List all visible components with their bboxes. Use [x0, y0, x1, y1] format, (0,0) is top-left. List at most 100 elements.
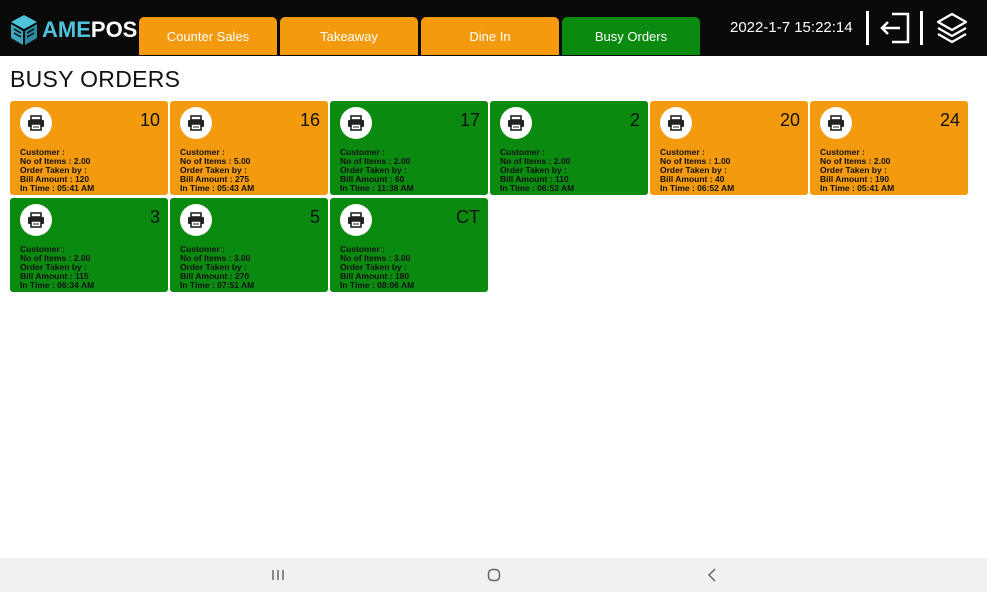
order-time: In Time : 07:51 AM: [180, 281, 254, 290]
home-icon: [487, 568, 501, 582]
field-label: In Time :: [500, 183, 535, 193]
order-time: In Time : 05:41 AM: [820, 184, 894, 193]
print-button[interactable]: [20, 107, 52, 139]
order-time: In Time : 05:43 AM: [180, 184, 254, 193]
tab-label: Takeaway: [320, 28, 378, 44]
order-details: Customer : No of Items : 3.00 Order Taken …: [180, 245, 254, 290]
print-button[interactable]: [340, 107, 372, 139]
table-number: 16: [299, 110, 320, 130]
table-number: CT: [456, 207, 480, 227]
print-button[interactable]: [660, 107, 692, 139]
order-card[interactable]: 3 Customer : No of Items : 2.00 Order Taken…: [10, 198, 168, 292]
printer-icon: [188, 115, 204, 131]
tab-label: Dine In: [469, 28, 511, 44]
table-number: 10: [139, 110, 160, 130]
order-card[interactable]: 24 Customer : No of Items : 2.00 Order Take…: [810, 101, 968, 195]
logo-ame: AME: [42, 17, 91, 42]
print-button[interactable]: [20, 204, 52, 236]
order-time: In Time : 08:06 AM: [340, 281, 414, 290]
page-title: BUSY ORDERS: [10, 66, 181, 92]
order-card[interactable]: 16 Customer : No of Items : 5.00 Order Take…: [170, 101, 328, 195]
order-time: In Time : 06:52 AM: [660, 184, 734, 193]
logo-icon: [11, 15, 37, 45]
order-time: In Time : 05:41 AM: [20, 184, 94, 193]
tab-label: Counter Sales: [166, 28, 250, 44]
order-card[interactable]: CT Customer : No of Items : 3.00 Order Take…: [330, 198, 488, 292]
field-label: In Time :: [820, 183, 855, 193]
logo-text: AMEPOS: [42, 17, 137, 43]
top-bar: AMEPOS Counter Sales Takeaway Dine In Bu…: [0, 0, 987, 56]
printer-icon: [668, 115, 684, 131]
order-card[interactable]: 5 Customer : No of Items : 3.00 Order Taken…: [170, 198, 328, 292]
order-details: Customer : No of Items : 1.00 Order Taken …: [660, 148, 734, 193]
print-button[interactable]: [180, 204, 212, 236]
order-details: Customer : No of Items : 2.00 Order Taken …: [20, 148, 94, 193]
field-label: In Time :: [180, 183, 215, 193]
order-time: In Time : 11:38 AM: [340, 184, 414, 193]
datetime: 2022-1-7 15:22:14: [730, 19, 853, 36]
logout-icon: [880, 12, 910, 44]
order-details: Customer : No of Items : 2.00 Order Taken …: [820, 148, 894, 193]
field-label: In Time :: [20, 183, 55, 193]
logout-button[interactable]: [878, 10, 914, 46]
printer-icon: [28, 212, 44, 228]
tab-label: Busy Orders: [594, 28, 668, 44]
field-value: 08:06 AM: [377, 280, 415, 290]
tab-takeaway[interactable]: Takeaway: [280, 17, 418, 55]
logo-pos: POS: [90, 17, 138, 42]
app-logo: AMEPOS: [10, 12, 137, 48]
divider: [866, 11, 869, 45]
field-value: 07:51 AM: [217, 280, 255, 290]
print-button[interactable]: [340, 204, 372, 236]
field-value: 06:53 AM: [537, 183, 575, 193]
table-number: 5: [309, 207, 320, 227]
printer-icon: [348, 212, 364, 228]
field-label: In Time :: [20, 280, 55, 290]
printer-icon: [348, 115, 364, 131]
printer-icon: [188, 212, 204, 228]
home-button[interactable]: [482, 564, 506, 586]
tab-counter-sales[interactable]: Counter Sales: [139, 17, 277, 55]
field-value: 05:41 AM: [57, 183, 95, 193]
orders-grid: 10 Customer : No of Items : 2.00 Order Take…: [10, 101, 970, 292]
table-number: 17: [459, 110, 480, 130]
tab-busy-orders[interactable]: Busy Orders: [562, 17, 700, 55]
order-card[interactable]: 17 Customer : No of Items : 2.00 Order Take…: [330, 101, 488, 195]
back-icon: [707, 568, 716, 582]
layers-button[interactable]: [934, 10, 970, 46]
divider: [920, 11, 923, 45]
order-card[interactable]: 10 Customer : No of Items : 2.00 Order Take…: [10, 101, 168, 195]
order-details: Customer : No of Items : 2.00 Order Taken …: [20, 245, 94, 290]
field-value: 11:38 AM: [377, 183, 414, 193]
field-label: In Time :: [340, 280, 375, 290]
system-nav-bar: [0, 558, 987, 592]
print-button[interactable]: [820, 107, 852, 139]
order-details: Customer : No of Items : 3.00 Order Taken …: [340, 245, 414, 290]
table-number: 3: [149, 207, 160, 227]
layers-icon: [936, 12, 968, 44]
order-details: Customer : No of Items : 2.00 Order Taken …: [340, 148, 414, 193]
field-value: 06:52 AM: [697, 183, 735, 193]
field-label: In Time :: [660, 183, 695, 193]
tab-dine-in[interactable]: Dine In: [421, 17, 559, 55]
printer-icon: [28, 115, 44, 131]
back-button[interactable]: [700, 564, 724, 586]
field-value: 05:41 AM: [857, 183, 895, 193]
print-button[interactable]: [500, 107, 532, 139]
field-value: 05:43 AM: [217, 183, 255, 193]
order-card[interactable]: 2 Customer : No of Items : 2.00 Order Taken…: [490, 101, 648, 195]
field-value: 06:34 AM: [57, 280, 95, 290]
table-number: 2: [629, 110, 640, 130]
field-label: In Time :: [340, 183, 375, 193]
print-button[interactable]: [180, 107, 212, 139]
order-time: In Time : 06:53 AM: [500, 184, 574, 193]
recent-apps-button[interactable]: [266, 564, 290, 586]
order-details: Customer : No of Items : 2.00 Order Taken …: [500, 148, 574, 193]
recent-apps-icon: [272, 570, 284, 580]
table-number: 20: [779, 110, 800, 130]
field-label: In Time :: [180, 280, 215, 290]
order-card[interactable]: 20 Customer : No of Items : 1.00 Order Take…: [650, 101, 808, 195]
order-time: In Time : 06:34 AM: [20, 281, 94, 290]
printer-icon: [508, 115, 524, 131]
printer-icon: [828, 115, 844, 131]
